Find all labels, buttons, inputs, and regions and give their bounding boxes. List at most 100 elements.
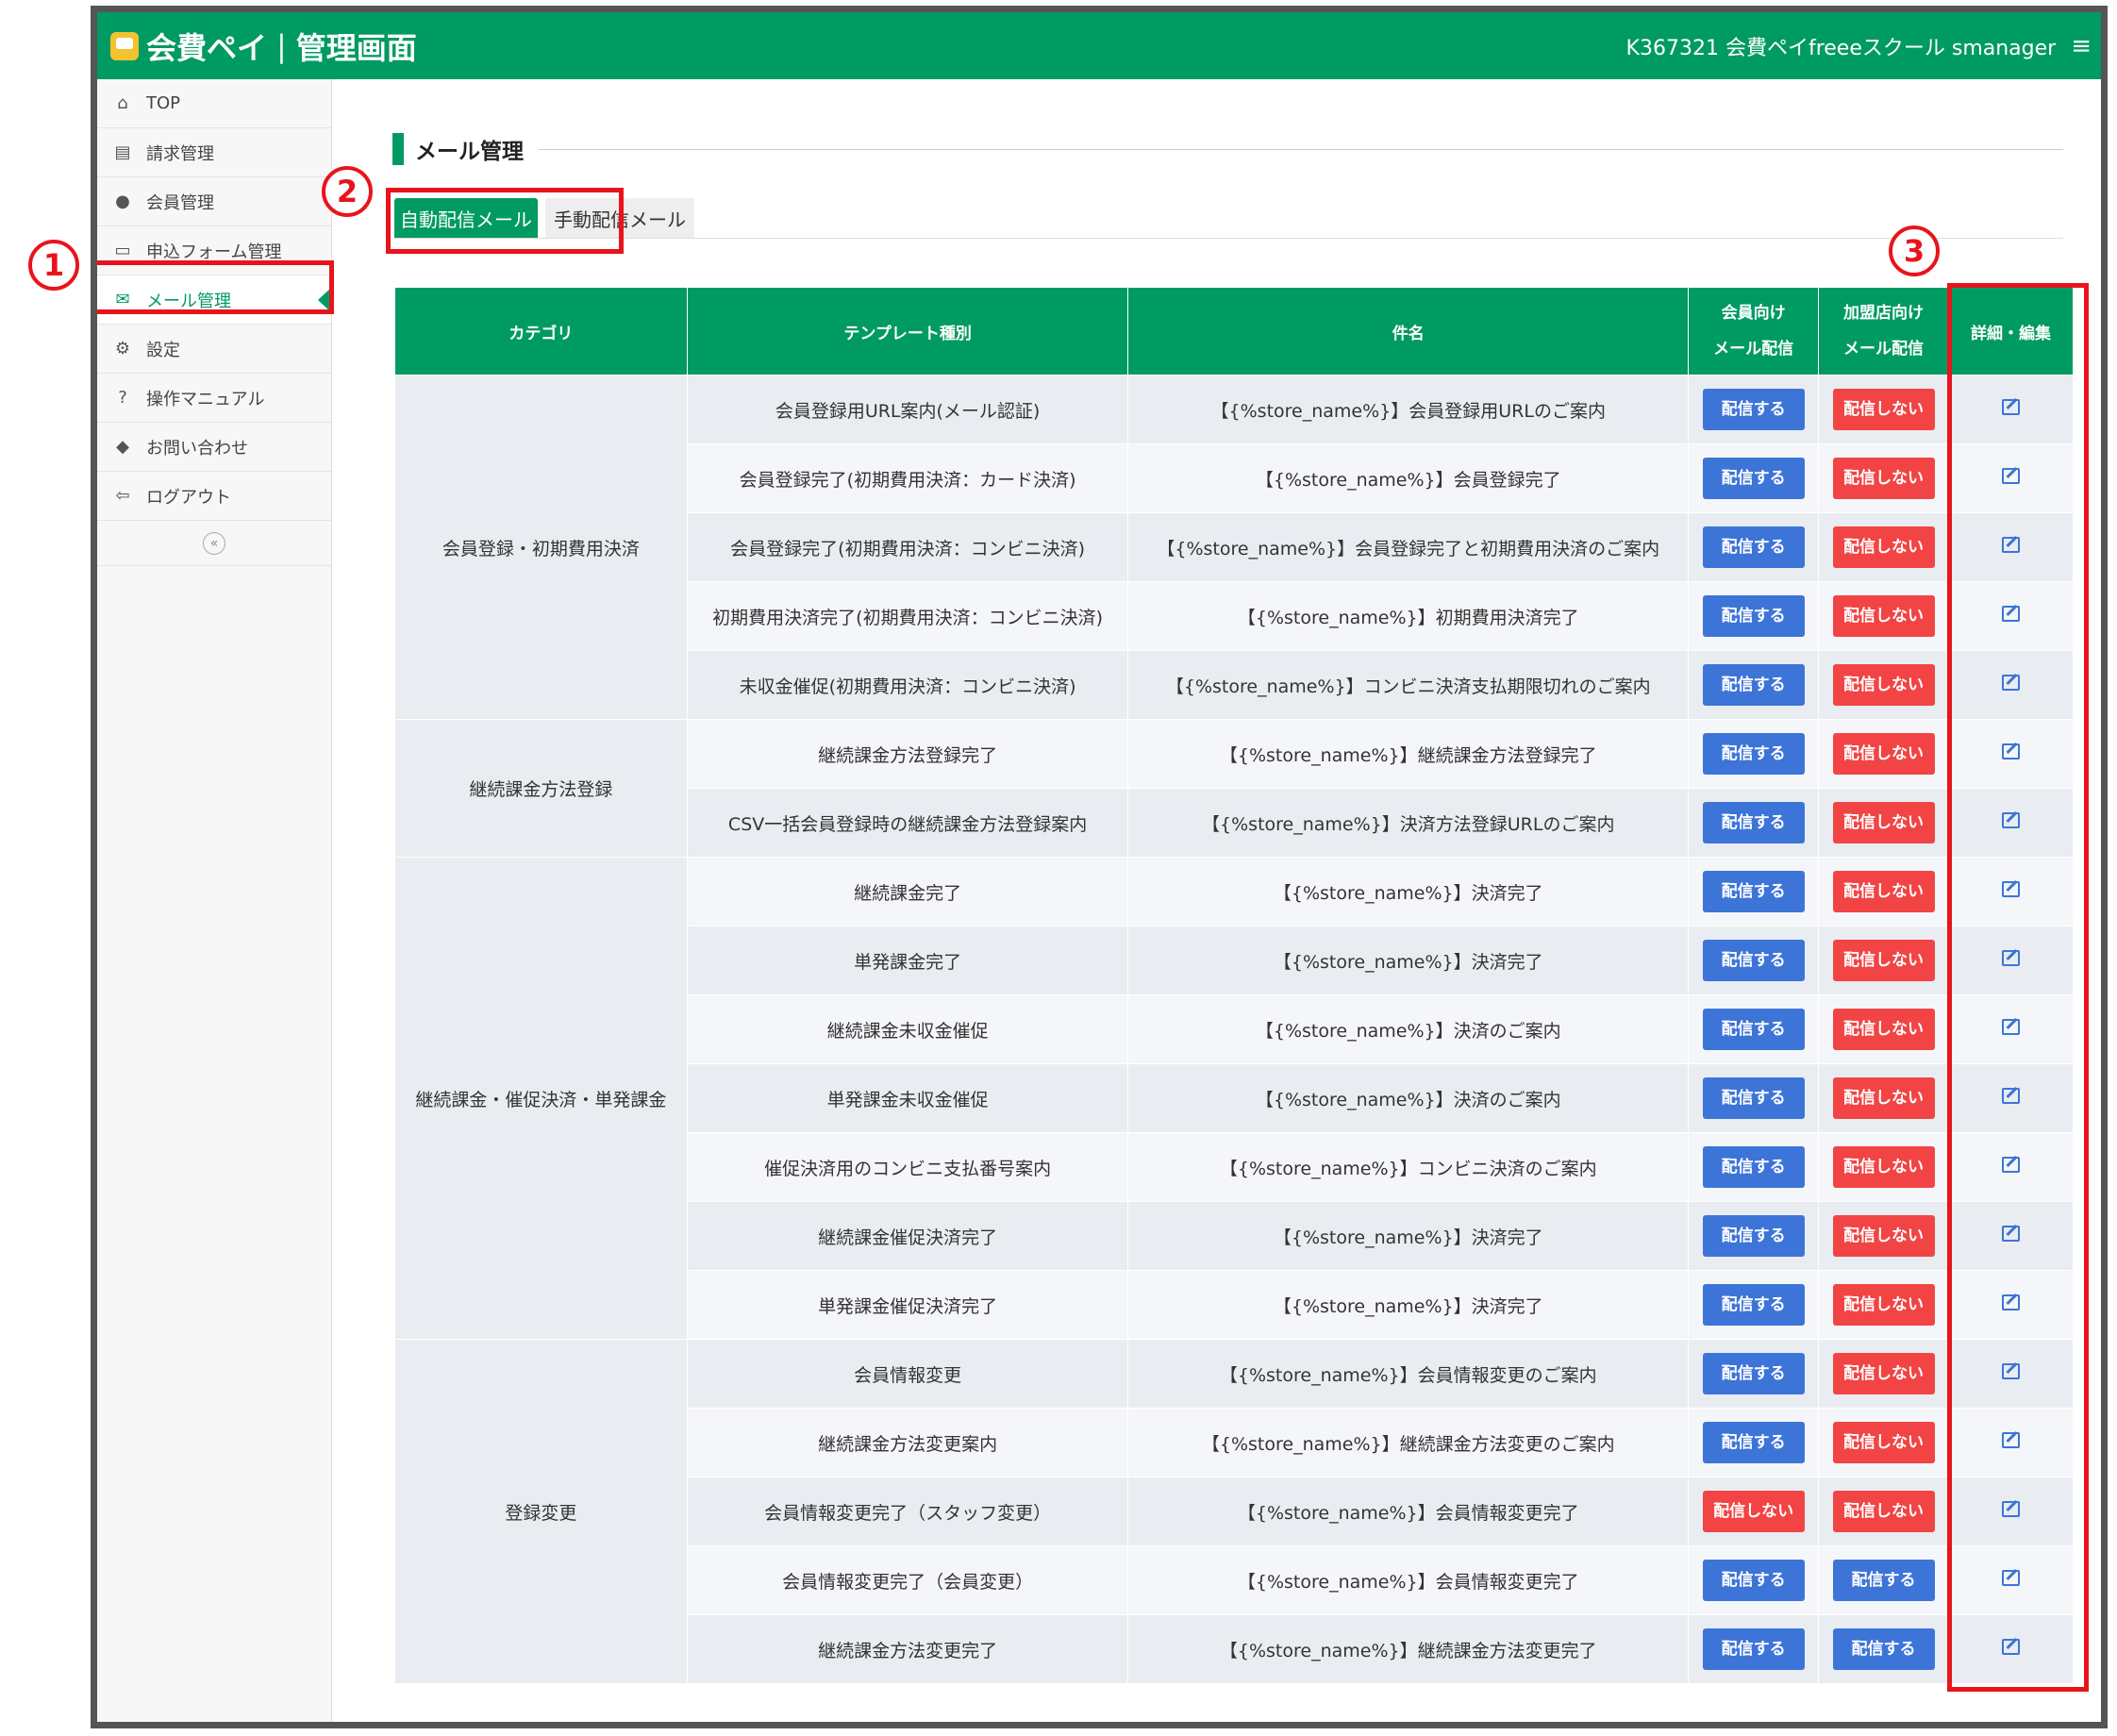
store-mail-toggle-button[interactable]: 配信する (1832, 1560, 1935, 1601)
collapse-icon[interactable]: « (203, 531, 225, 555)
store-mail-cell: 配信しない (1818, 1063, 1950, 1133)
app-window: 会費ペイ | 管理画面 K367321 会費ペイfreeeスクール smanag… (91, 6, 2108, 1728)
template-cell: 会員情報変更完了（会員変更） (686, 1545, 1129, 1615)
member-mail-cell: 配信する (1688, 1339, 1820, 1409)
store-mail-toggle-button[interactable]: 配信する (1832, 1628, 1935, 1670)
store-mail-toggle-button[interactable]: 配信しない (1832, 733, 1935, 775)
member-mail-cell: 配信する (1688, 443, 1820, 513)
store-mail-toggle-button[interactable]: 配信しない (1832, 1284, 1935, 1326)
member-mail-toggle-button[interactable]: 配信する (1702, 1215, 1805, 1257)
store-mail-toggle-button[interactable]: 配信しない (1832, 1146, 1935, 1188)
store-mail-cell: 配信しない (1818, 926, 1950, 995)
store-mail-cell: 配信しない (1818, 1477, 1950, 1546)
member-mail-toggle-button[interactable]: 配信する (1702, 1146, 1805, 1188)
store-mail-toggle-button[interactable]: 配信しない (1832, 802, 1935, 843)
store-mail-cell: 配信しない (1818, 1201, 1950, 1271)
store-mail-cell: 配信する (1818, 1614, 1950, 1684)
store-mail-toggle-button[interactable]: 配信しない (1832, 595, 1935, 637)
subject-cell: 【{%store_name%}】初期費用決済完了 (1127, 581, 1690, 651)
member-mail-cell: 配信する (1688, 650, 1820, 720)
tab-divider (394, 238, 2063, 239)
member-mail-cell: 配信する (1688, 1270, 1820, 1340)
store-mail-cell: 配信しない (1818, 1339, 1950, 1409)
member-mail-toggle-button[interactable]: 配信する (1702, 458, 1805, 499)
sidebar-item-settings[interactable]: ⚙ 設定 (97, 325, 331, 374)
sidebar-item-manual[interactable]: ? 操作マニュアル (97, 374, 331, 423)
member-mail-toggle-button[interactable]: 配信する (1702, 1353, 1805, 1394)
sidebar-item-label: ログアウト (146, 487, 231, 508)
subject-cell: 【{%store_name%}】会員登録用URLのご案内 (1127, 375, 1690, 444)
member-mail-toggle-button[interactable]: 配信する (1702, 526, 1805, 568)
member-mail-toggle-button[interactable]: 配信する (1702, 1560, 1805, 1601)
sidebar-item-contact[interactable]: ◆ お問い合わせ (97, 423, 331, 472)
account-label: K367321 会費ペイfreeeスクール smanager (1625, 36, 2057, 60)
subject-cell: 【{%store_name%}】会員登録完了と初期費用決済のご案内 (1127, 512, 1690, 582)
member-mail-toggle-button[interactable]: 配信する (1702, 733, 1805, 775)
question-icon: ? (118, 388, 127, 408)
store-mail-toggle-button[interactable]: 配信しない (1832, 526, 1935, 568)
hamburger-icon[interactable]: ≡ (2071, 32, 2092, 60)
store-mail-toggle-button[interactable]: 配信しない (1832, 940, 1935, 981)
sidebar-item-members[interactable]: ● 会員管理 (97, 177, 331, 226)
subject-cell: 【{%store_name%}】コンビニ決済支払期限切れのご案内 (1127, 650, 1690, 720)
member-mail-toggle-button[interactable]: 配信する (1702, 389, 1805, 430)
brand-name: 会費ペイ (146, 29, 268, 66)
template-cell: 催促決済用のコンビニ支払番号案内 (686, 1132, 1129, 1202)
store-mail-cell: 配信しない (1818, 994, 1950, 1064)
member-mail-toggle-button[interactable]: 配信する (1702, 802, 1805, 843)
member-mail-toggle-button[interactable]: 配信する (1702, 1628, 1805, 1670)
sidebar-item-logout[interactable]: ⇦ ログアウト (97, 472, 331, 521)
logout-icon: ⇦ (115, 486, 130, 506)
top-bar: 会費ペイ | 管理画面 K367321 会費ペイfreeeスクール smanag… (97, 12, 2101, 79)
table-row: 継続課金方法登録 継続課金方法登録完了 【{%store_name%}】継続課金方法… (394, 719, 2074, 858)
member-mail-toggle-button[interactable]: 配信する (1702, 871, 1805, 912)
member-mail-toggle-button[interactable]: 配信する (1702, 1284, 1805, 1326)
sidebar-item-label: お問い合わせ (146, 438, 248, 459)
store-mail-toggle-button[interactable]: 配信しない (1832, 1353, 1935, 1394)
sidebar-item-label: 請求管理 (146, 143, 214, 164)
member-mail-cell: 配信する (1688, 1132, 1820, 1202)
sidebar-item-label: 設定 (146, 340, 180, 360)
gear-icon: ⚙ (114, 339, 131, 359)
store-mail-toggle-button[interactable]: 配信しない (1832, 1009, 1935, 1050)
member-mail-toggle-button[interactable]: 配信する (1702, 595, 1805, 637)
col-header-template: テンプレート種別 (686, 287, 1129, 376)
heading-divider (539, 148, 2063, 150)
store-mail-toggle-button[interactable]: 配信しない (1832, 1491, 1935, 1532)
template-cell: 初期費用決済完了(初期費用決済：コンビニ決済) (686, 581, 1129, 651)
account-info: K367321 会費ペイfreeeスクール smanager ≡ (1626, 31, 2101, 61)
subject-cell: 【{%store_name%}】コンビニ決済のご案内 (1127, 1132, 1690, 1202)
store-mail-cell: 配信しない (1818, 1270, 1950, 1340)
member-mail-cell: 配信する (1688, 1408, 1820, 1477)
subject-cell: 【{%store_name%}】会員登録完了 (1127, 443, 1690, 513)
store-mail-toggle-button[interactable]: 配信しない (1832, 389, 1935, 430)
store-mail-cell: 配信しない (1818, 1408, 1950, 1477)
member-mail-toggle-button[interactable]: 配信する (1702, 1077, 1805, 1119)
store-mail-toggle-button[interactable]: 配信しない (1832, 1422, 1935, 1463)
store-mail-toggle-button[interactable]: 配信しない (1832, 458, 1935, 499)
member-mail-toggle-button[interactable]: 配信しない (1702, 1491, 1805, 1532)
store-mail-toggle-button[interactable]: 配信しない (1832, 1077, 1935, 1119)
template-cell: 会員登録完了(初期費用決済：コンビニ決済) (686, 512, 1129, 582)
subject-cell: 【{%store_name%}】会員情報変更完了 (1127, 1477, 1690, 1546)
store-mail-cell: 配信しない (1818, 650, 1950, 720)
table-row: 会員登録・初期費用決済 会員登録用URL案内(メール認証) 【{%store_nam… (394, 375, 2074, 720)
store-mail-toggle-button[interactable]: 配信しない (1832, 871, 1935, 912)
sidebar-item-billing[interactable]: ▤ 請求管理 (97, 128, 331, 177)
member-mail-toggle-button[interactable]: 配信する (1702, 940, 1805, 981)
subject-cell: 【{%store_name%}】決済完了 (1127, 1201, 1690, 1271)
member-mail-toggle-button[interactable]: 配信する (1702, 1422, 1805, 1463)
home-icon: ⌂ (117, 93, 128, 113)
brand[interactable]: 会費ペイ | 管理画面 (97, 25, 417, 68)
sidebar-item-top[interactable]: ⌂ TOP (97, 79, 331, 128)
member-mail-toggle-button[interactable]: 配信する (1702, 1009, 1805, 1050)
store-mail-toggle-button[interactable]: 配信しない (1832, 1215, 1935, 1257)
template-cell: 会員登録完了(初期費用決済：カード決済) (686, 443, 1129, 513)
store-mail-cell: 配信しない (1818, 581, 1950, 651)
member-mail-cell: 配信する (1688, 1614, 1820, 1684)
brand-separator: | (276, 27, 287, 64)
store-mail-toggle-button[interactable]: 配信しない (1832, 664, 1935, 706)
member-mail-cell: 配信する (1688, 719, 1820, 789)
subject-cell: 【{%store_name%}】会員情報変更のご案内 (1127, 1339, 1690, 1409)
member-mail-toggle-button[interactable]: 配信する (1702, 664, 1805, 706)
